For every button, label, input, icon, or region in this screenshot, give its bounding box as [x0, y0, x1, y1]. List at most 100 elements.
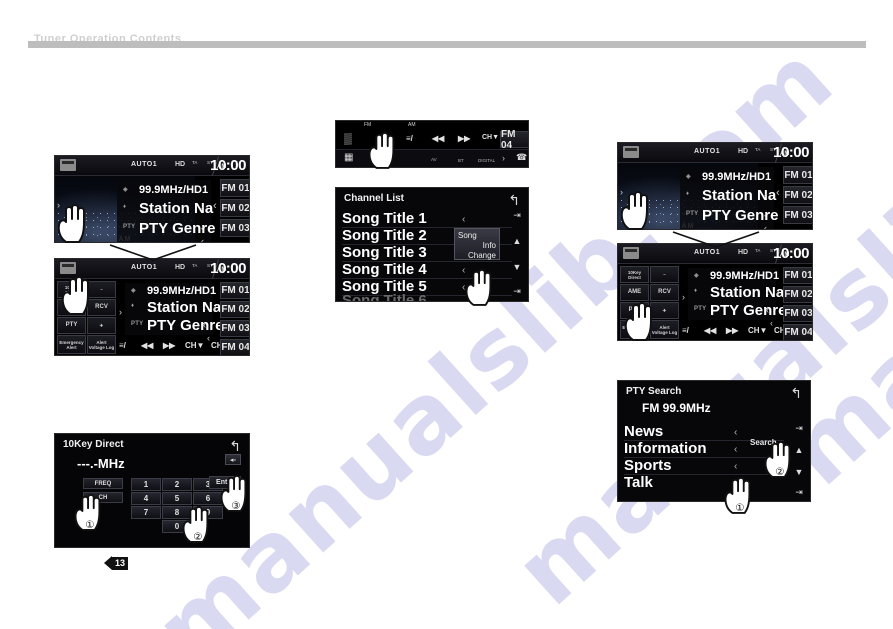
- prev-button[interactable]: ◀◀: [704, 326, 716, 335]
- chevron-right-icon[interactable]: ‹: [734, 427, 737, 438]
- ch-icon: ◈: [694, 273, 699, 279]
- preset-button-2[interactable]: FM 02: [783, 186, 812, 204]
- preset-prev-icon[interactable]: ‹: [213, 200, 217, 212]
- chevron-right-icon[interactable]: ‹: [766, 305, 769, 315]
- preset-button-4[interactable]: FM 04: [783, 324, 812, 340]
- status-bar: AUTO1 HD TA ST AM 10:00: [618, 143, 812, 163]
- phone-icon[interactable]: ☎: [516, 152, 527, 163]
- preset-button-1[interactable]: FM 01: [783, 267, 812, 284]
- transport-bar: ≡/ ◀◀ ▶▶ CH▼ CH▲: [119, 341, 230, 355]
- list-item[interactable]: Song Title 1 ‹: [342, 210, 465, 227]
- preset-prev-icon[interactable]: ‹: [776, 288, 780, 300]
- ch-down-button[interactable]: CH▼: [482, 134, 499, 141]
- ch-down-button[interactable]: CH▼: [185, 341, 204, 350]
- touch-hand-icon: [463, 265, 497, 307]
- menu-grid-icon[interactable]: ▦: [344, 152, 353, 163]
- scroll-down-icon[interactable]: ▼: [508, 262, 526, 272]
- tab-am[interactable]: AM: [408, 122, 416, 128]
- chevron-right-icon[interactable]: ‹: [462, 214, 465, 225]
- preset-button-1[interactable]: FM 01: [783, 166, 812, 184]
- next-button[interactable]: ▶▶: [163, 341, 175, 350]
- chevron-right-icon[interactable]: ‹: [734, 461, 737, 472]
- seek-icon[interactable]: ✈: [87, 317, 116, 334]
- key-pty[interactable]: PTY: [57, 317, 86, 334]
- scroll-top-icon[interactable]: ⇥: [790, 423, 808, 434]
- list-scrollbar[interactable]: ⇥ ▲ ▼ ⇥: [508, 210, 526, 300]
- pty-value: PTY Genre: [710, 302, 787, 319]
- key-1[interactable]: 1: [131, 478, 161, 491]
- list-item[interactable]: News ‹: [624, 423, 737, 440]
- list-item[interactable]: Talk: [624, 474, 653, 491]
- list-item[interactable]: Information ‹: [624, 440, 737, 457]
- scroll-bottom-icon[interactable]: ⇥: [790, 487, 808, 498]
- list-item-label: Talk: [624, 474, 653, 491]
- preset-button-2[interactable]: FM 02: [220, 301, 249, 318]
- key-alert-voltage-log[interactable]: Alert Voltage Log: [87, 335, 116, 354]
- key-2[interactable]: 2: [162, 478, 192, 491]
- prev-button[interactable]: ◀◀: [432, 134, 444, 143]
- ch-icon: ◈: [686, 174, 691, 180]
- list-item[interactable]: Song Title 4 ‹: [342, 261, 465, 278]
- backspace-icon[interactable]: ◂▫: [225, 454, 241, 465]
- equalizer-icon[interactable]: ▒: [344, 133, 352, 145]
- mode-option-freq[interactable]: FREQ: [83, 478, 123, 489]
- chevron-right-icon[interactable]: ‹: [203, 320, 206, 330]
- touch-hand-icon: [55, 200, 91, 244]
- flow-arrow-down: [671, 230, 761, 255]
- chevron-right-icon[interactable]: ‹: [201, 223, 204, 233]
- channel-list-panel[interactable]: Channel List ↰ Song Title 1 ‹ Song Title…: [335, 187, 529, 302]
- preset-button-1[interactable]: FM 01: [220, 282, 249, 299]
- chevron-right-icon[interactable]: ‹: [201, 203, 204, 213]
- key-4[interactable]: 4: [131, 492, 161, 505]
- song-info-change-popup[interactable]: Song Info Change: [454, 228, 500, 260]
- key-10key-direct[interactable]: 10Key Direct: [620, 266, 649, 283]
- chevron-right-icon[interactable]: ‹: [201, 236, 204, 242]
- touch-hand-icon: [59, 272, 95, 316]
- list-item[interactable]: Sports ‹: [624, 457, 737, 474]
- list-button[interactable]: ≡/: [682, 326, 689, 335]
- preset-button-3[interactable]: FM 03: [220, 219, 249, 237]
- key-7[interactable]: 7: [131, 506, 161, 519]
- preset-prev-icon[interactable]: ‹: [776, 187, 780, 199]
- station-info-block: ◈ 99.9MHz/HD1 ♦ Station Na ‹ PTY PTY Gen…: [688, 268, 786, 320]
- preset-button-3[interactable]: FM 03: [220, 320, 249, 337]
- preset-column: FM 01 FM 02 FM 03 FM 04: [783, 264, 812, 340]
- auto-preset-label: AUTO1: [131, 161, 158, 168]
- chevron-right-icon[interactable]: ‹: [764, 190, 767, 200]
- scroll-top-icon[interactable]: ⇥: [508, 210, 526, 221]
- chevron-right-icon[interactable]: ‹: [203, 302, 206, 312]
- header-rule: [28, 41, 866, 48]
- chevron-right-icon[interactable]: ‹: [734, 444, 737, 455]
- ch-down-button[interactable]: CH▼: [748, 326, 767, 335]
- list-button[interactable]: ≡/: [406, 134, 413, 143]
- scroll-bottom-icon[interactable]: ⇥: [508, 286, 526, 297]
- next-button[interactable]: ▶▶: [726, 326, 738, 335]
- preset-button-1[interactable]: FM 01: [220, 179, 249, 197]
- list-item[interactable]: Song Title 6: [342, 292, 427, 301]
- list-button[interactable]: ≡/: [119, 341, 126, 350]
- chevron-right-icon[interactable]: ‹: [764, 223, 767, 229]
- back-arrow-icon[interactable]: ↰: [508, 192, 520, 209]
- source-control-bar[interactable]: FM AM ▒ ◉ ≡/ ◀◀ ▶▶ CH▼ CH▲ FM 04 ▦ ‹ AV …: [335, 120, 529, 168]
- back-arrow-icon[interactable]: ↰: [229, 438, 241, 455]
- list-item[interactable]: Song Title 3 ‹: [342, 244, 465, 261]
- chevron-right-icon[interactable]: ‹: [766, 287, 769, 297]
- right-chevron-icon[interactable]: ›: [502, 153, 505, 163]
- preset-button-4[interactable]: FM 04: [220, 339, 249, 355]
- touch-hand-icon: ②: [180, 502, 214, 544]
- source-icon: [623, 247, 639, 259]
- preset-button-2[interactable]: FM 02: [220, 199, 249, 217]
- preset-button-2[interactable]: FM 02: [783, 286, 812, 303]
- preset-prev-icon[interactable]: ‹: [213, 303, 217, 315]
- back-arrow-icon[interactable]: ↰: [790, 385, 802, 402]
- key-blank[interactable]: –: [650, 266, 679, 283]
- scroll-up-icon[interactable]: ▲: [508, 236, 526, 246]
- list-item[interactable]: Song Title 2 ‹: [342, 227, 465, 244]
- next-button[interactable]: ▶▶: [458, 134, 470, 143]
- preset-button-3[interactable]: FM 03: [783, 206, 812, 224]
- key-emergency-alert[interactable]: Emergency Alert: [57, 335, 86, 354]
- preset-button-3[interactable]: FM 03: [783, 305, 812, 322]
- chevron-right-icon[interactable]: ‹: [764, 210, 767, 220]
- prev-button[interactable]: ◀◀: [141, 341, 153, 350]
- preset-button-4[interactable]: FM 04: [500, 129, 528, 151]
